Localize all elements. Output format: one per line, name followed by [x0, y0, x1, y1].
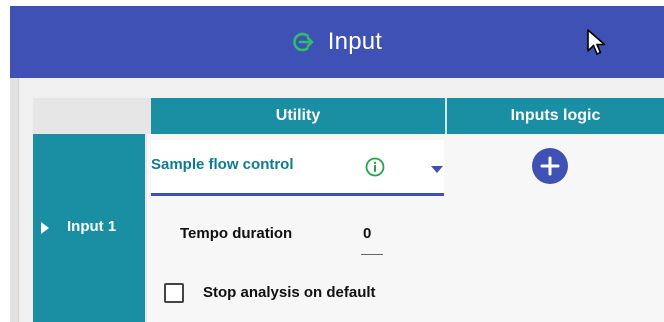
- tempo-duration-label: Tempo duration: [180, 225, 293, 242]
- utility-dropdown-value: Sample flow control: [151, 156, 294, 173]
- utility-dropdown[interactable]: Sample flow control: [151, 140, 444, 196]
- mouse-cursor-icon: [587, 29, 606, 55]
- info-icon[interactable]: [365, 157, 385, 177]
- column-header-inputs-logic[interactable]: Inputs logic: [447, 98, 664, 134]
- column-header-utility[interactable]: Utility: [151, 98, 445, 134]
- plus-icon: [540, 156, 560, 176]
- stop-analysis-label[interactable]: Stop analysis on default: [203, 284, 376, 301]
- row-header-input-1[interactable]: Input 1: [33, 134, 147, 322]
- tempo-duration-value: 0: [363, 225, 372, 242]
- vertical-scrollbar[interactable]: [10, 78, 19, 322]
- add-input-logic-button[interactable]: [532, 148, 568, 184]
- table-corner-cell: [33, 98, 151, 134]
- login-arrow-icon: [292, 32, 314, 52]
- chevron-down-icon[interactable]: [431, 166, 443, 173]
- row-label: Input 1: [67, 218, 117, 235]
- title-bar: Input: [10, 6, 664, 78]
- tempo-duration-input[interactable]: 0: [361, 221, 383, 255]
- table-header-row: Utility Inputs logic: [151, 98, 664, 134]
- row-expand-arrow-icon[interactable]: [41, 222, 49, 234]
- window-title: Input: [327, 28, 383, 55]
- stop-analysis-checkbox[interactable]: [164, 283, 184, 303]
